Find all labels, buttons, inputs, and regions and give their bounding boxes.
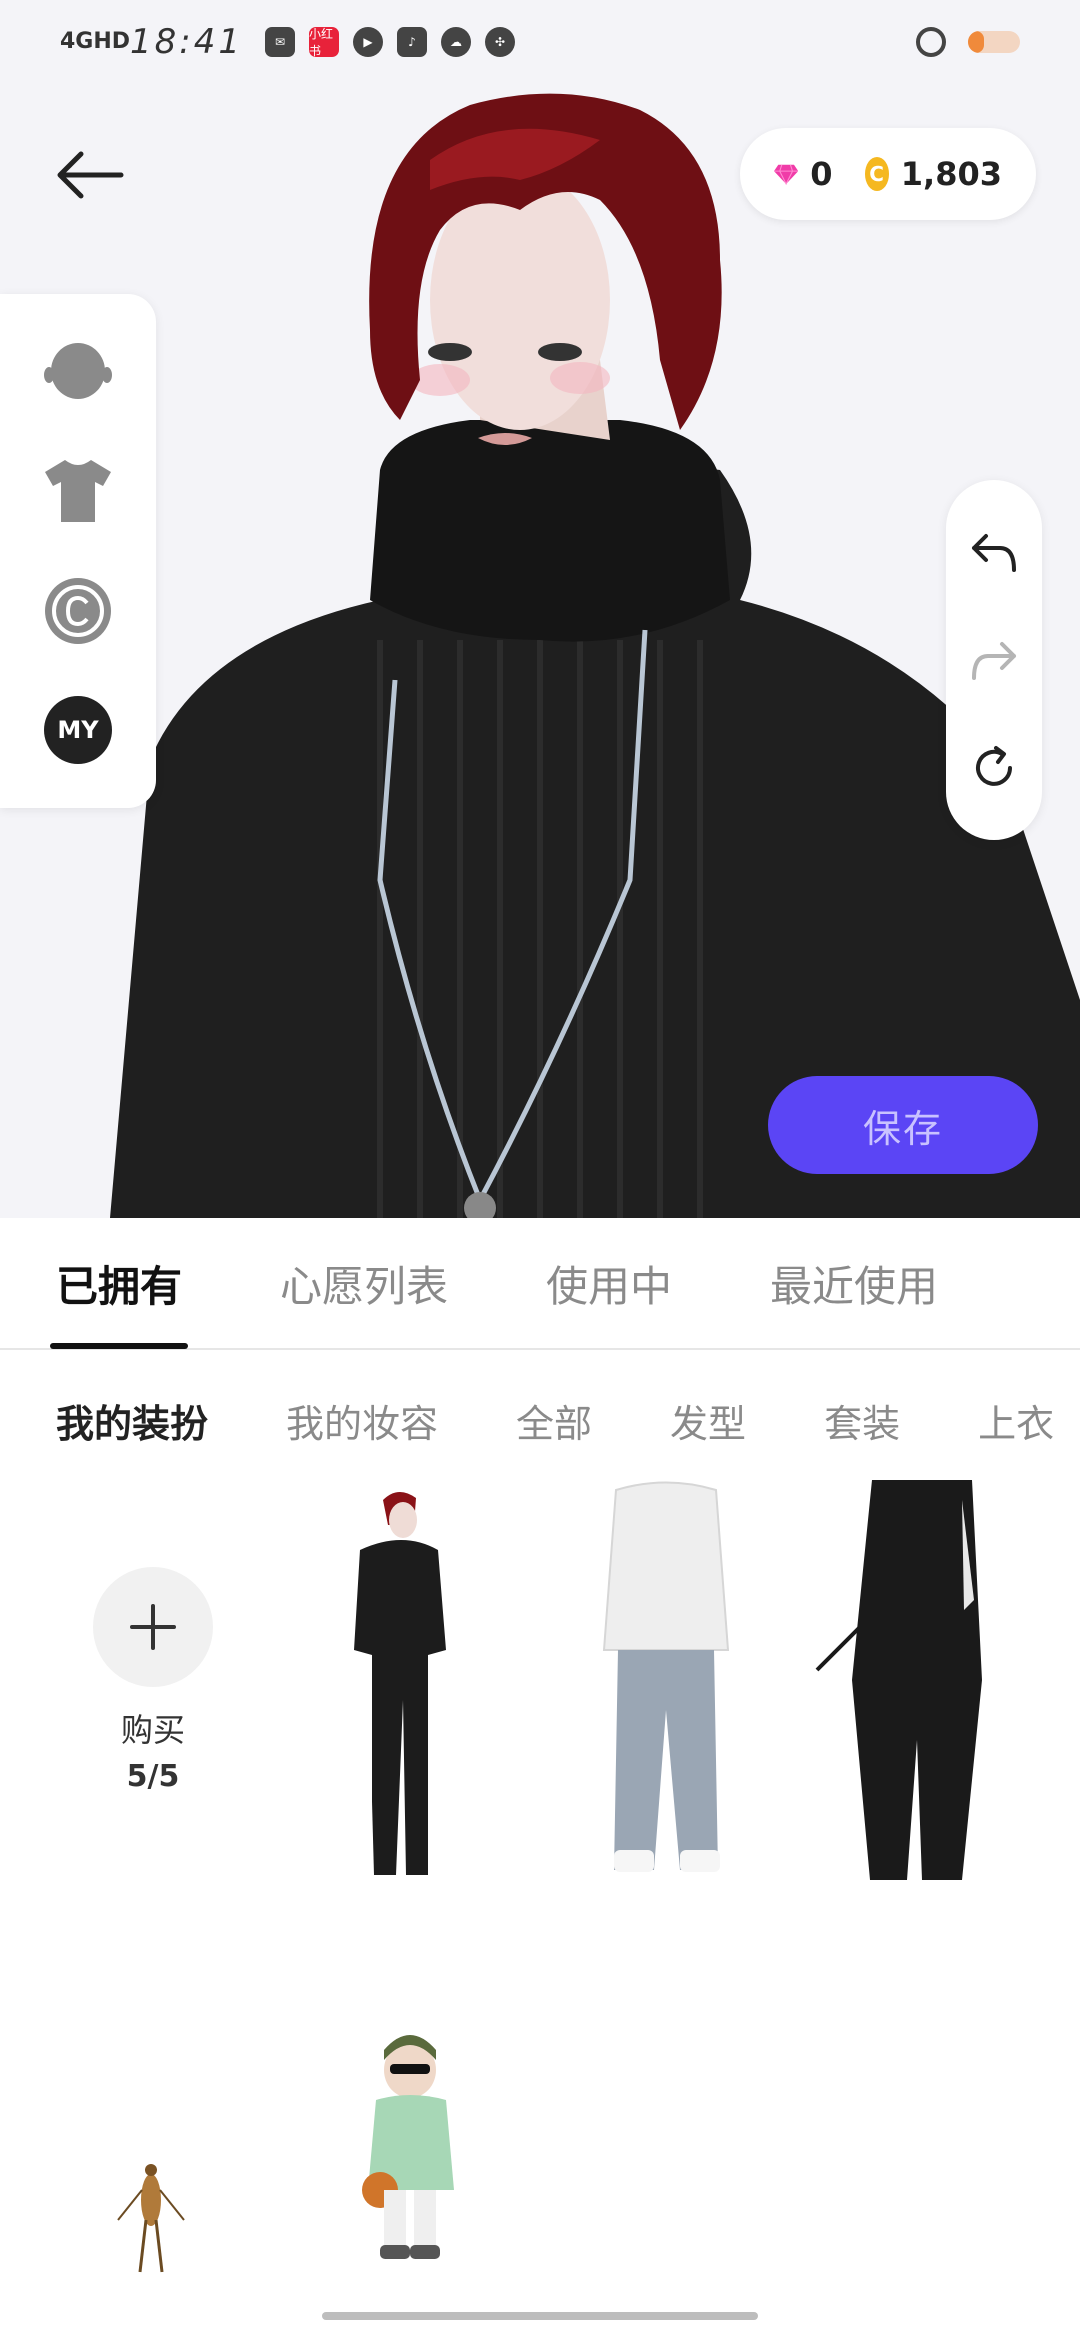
redo-icon	[972, 642, 1016, 680]
play-icon: ▶	[352, 27, 383, 57]
history-toolbar	[946, 480, 1042, 840]
network-indicator: 4GHD	[60, 29, 131, 54]
clock: 18:41	[130, 22, 243, 62]
brand-tool-button[interactable]	[42, 575, 114, 647]
clothing-tool-button[interactable]	[42, 455, 114, 527]
redo-button[interactable]	[964, 630, 1024, 690]
face-tool-button[interactable]	[42, 336, 114, 408]
subtab-top[interactable]: 上衣	[978, 1393, 1054, 1448]
reset-button[interactable]	[964, 738, 1024, 798]
save-button[interactable]: 保存	[768, 1076, 1038, 1174]
subtab-set[interactable]: 套装	[824, 1393, 900, 1448]
subtab-my-makeup[interactable]: 我的妆容	[286, 1393, 438, 1448]
category-toolbar: MY	[0, 294, 156, 808]
my-badge: MY	[44, 696, 112, 765]
home-indicator[interactable]	[322, 2312, 758, 2320]
slot-count: 5/5	[126, 1758, 180, 1794]
mail-icon: ✉	[264, 27, 295, 57]
outfit-thumbnail	[117, 2164, 185, 2273]
coin-count: 1,803	[900, 155, 1002, 193]
head-icon	[44, 342, 112, 399]
fan-icon: ✣	[484, 27, 515, 57]
outfit-card[interactable]	[556, 1480, 826, 1880]
outfit-thumbnail	[362, 2035, 454, 2259]
outfit-card[interactable]	[280, 1900, 550, 2300]
battery-icon	[968, 31, 1020, 53]
arrow-left-icon	[57, 151, 124, 199]
alarm-icon	[916, 27, 946, 57]
subtab-all[interactable]: 全部	[516, 1393, 592, 1448]
outfit-card[interactable]	[288, 1480, 558, 1880]
coin-icon: C	[864, 157, 889, 191]
outfit-card[interactable]	[812, 1480, 1080, 1880]
buy-label: 购买	[120, 1710, 185, 1749]
outfit-thumbnail	[354, 1491, 446, 1875]
sub-tab-bar: 我的装扮 我的妆容 全部 发型 套装 上衣	[0, 1360, 1080, 1480]
buy-slot-tile[interactable]: 购买 5/5	[18, 1480, 288, 1880]
notification-icons: ✉ 小红书 ▶ ♪ ☁ ✣	[264, 27, 515, 58]
undo-button[interactable]	[964, 522, 1024, 582]
xiaohongshu-icon: 小红书	[308, 27, 339, 58]
outfit-grid: 购买 5/5	[0, 1480, 1080, 2300]
tshirt-icon	[45, 460, 111, 523]
main-tab-bar: 已拥有 心愿列表 使用中 最近使用	[0, 1218, 1080, 1350]
outfit-card[interactable]	[18, 1900, 288, 2300]
copyright-icon	[45, 577, 111, 644]
tab-recent[interactable]: 最近使用	[770, 1217, 938, 1349]
subtab-hairstyle[interactable]: 发型	[670, 1393, 746, 1448]
add-icon	[93, 1566, 213, 1687]
back-button[interactable]	[50, 140, 130, 210]
undo-icon	[972, 534, 1016, 572]
gem-icon	[774, 164, 799, 186]
cloud-icon: ☁	[440, 27, 471, 57]
outfit-thumbnail	[602, 1481, 730, 1872]
my-tool-button[interactable]: MY	[42, 694, 114, 766]
tab-in-use[interactable]: 使用中	[546, 1217, 672, 1349]
refresh-icon	[976, 746, 1012, 786]
avatar-stage: 4GHD 18:41 ✉ 小红书 ▶ ♪ ☁ ✣ 0 C 1,803 MY 保存	[0, 0, 1080, 1218]
tiktok-icon: ♪	[396, 27, 427, 57]
gem-count: 0	[810, 155, 833, 193]
outfit-thumbnail	[815, 1480, 982, 1880]
currency-balance[interactable]: 0 C 1,803	[740, 128, 1036, 220]
status-bar: 4GHD 18:41 ✉ 小红书 ▶ ♪ ☁ ✣	[0, 0, 1080, 84]
tab-owned[interactable]: 已拥有	[49, 1217, 189, 1349]
subtab-my-outfits[interactable]: 我的装扮	[56, 1393, 208, 1448]
tab-wishlist[interactable]: 心愿列表	[280, 1217, 448, 1349]
